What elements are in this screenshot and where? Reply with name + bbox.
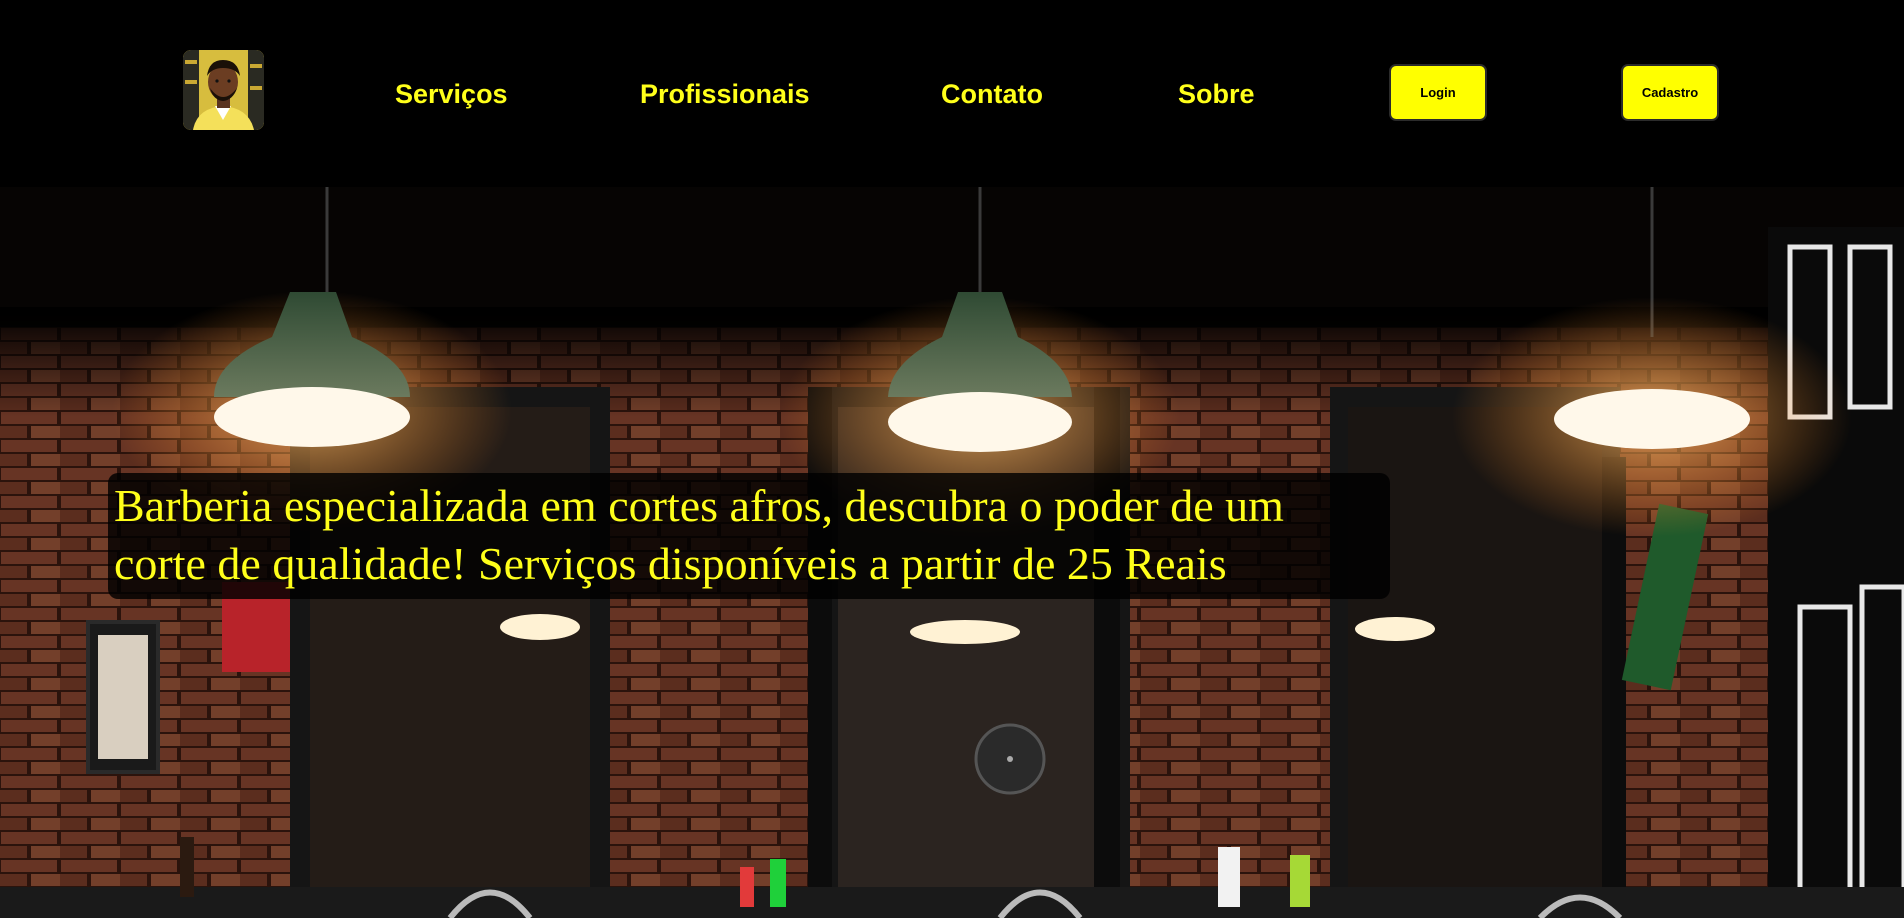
nav-profissionais[interactable]: Profissionais — [640, 76, 810, 112]
signup-button[interactable]: Cadastro — [1621, 64, 1719, 121]
page: Serviços Profissionais Contato Sobre Log… — [0, 0, 1904, 918]
nav-sobre[interactable]: Sobre — [1178, 76, 1255, 112]
login-button[interactable]: Login — [1389, 64, 1487, 121]
site-header: Serviços Profissionais Contato Sobre Log… — [0, 0, 1904, 187]
hero-caption: Barberia especializada em cortes afros, … — [108, 473, 1390, 599]
hero-section: Barberia especializada em cortes afros, … — [0, 187, 1904, 918]
logo[interactable] — [183, 50, 264, 130]
nav-contato[interactable]: Contato — [941, 76, 1043, 112]
nav-servicos[interactable]: Serviços — [395, 76, 508, 112]
barber-avatar-icon — [183, 50, 264, 130]
